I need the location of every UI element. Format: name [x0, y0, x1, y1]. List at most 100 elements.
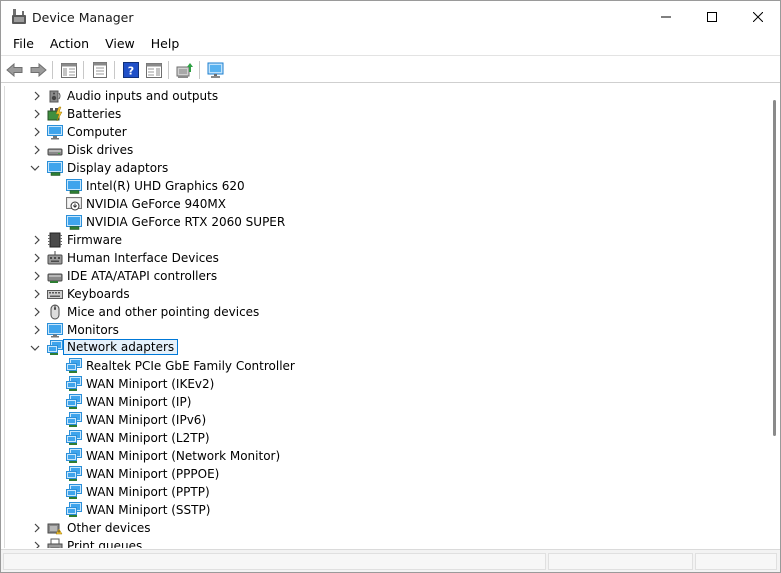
chevron-right-icon[interactable]: [31, 126, 43, 138]
device-manager-app-icon: [12, 9, 26, 24]
chevron-right-icon[interactable]: [31, 108, 43, 120]
tree-item-nvidia-geforce-rtx-2060-super[interactable]: NVIDIA GeForce RTX 2060 SUPER: [5, 213, 765, 231]
network-adapter-icon: [47, 340, 63, 355]
tree-item-wan-miniport-network-monitor[interactable]: WAN Miniport (Network Monitor): [5, 447, 765, 465]
tree-item-label: Firmware: [67, 233, 122, 247]
tree-item-monitors[interactable]: Monitors: [5, 321, 765, 339]
chevron-right-icon[interactable]: [31, 270, 43, 282]
tree-item-firmware[interactable]: Firmware: [5, 231, 765, 249]
show-hide-console-tree-button[interactable]: [59, 60, 79, 80]
back-arrow-icon: [6, 63, 23, 77]
tree-item-wan-miniport-ipv6[interactable]: WAN Miniport (IPv6): [5, 411, 765, 429]
tree-item-label: Display adaptors: [67, 161, 169, 175]
tree-item-display-adaptors[interactable]: Display adaptors: [5, 159, 765, 177]
menu-help[interactable]: Help: [143, 33, 188, 55]
maximize-icon: [707, 12, 717, 22]
update-driver-button[interactable]: [175, 60, 195, 80]
tree-item-batteries[interactable]: Batteries: [5, 105, 765, 123]
tree-item-computer[interactable]: Computer: [5, 123, 765, 141]
tree-item-mice-and-other-pointing-devices[interactable]: Mice and other pointing devices: [5, 303, 765, 321]
forward-button[interactable]: [28, 60, 48, 80]
minimize-button[interactable]: [643, 1, 689, 33]
chevron-right-icon[interactable]: [31, 306, 43, 318]
chevron-right-icon[interactable]: [31, 144, 43, 156]
tree-item-label: WAN Miniport (IKEv2): [86, 377, 215, 391]
title-bar[interactable]: Device Manager: [1, 1, 780, 33]
chevron-right-icon[interactable]: [31, 522, 43, 534]
tree-item-network-adapters[interactable]: Network adapters: [5, 339, 765, 357]
forward-arrow-icon: [30, 63, 47, 77]
status-bar-pane: [548, 553, 693, 570]
tree-item-wan-miniport-pppoe[interactable]: WAN Miniport (PPPOE): [5, 465, 765, 483]
toolbar-separator: [52, 61, 53, 79]
disabled-device-icon: [66, 197, 82, 211]
printer-icon: [47, 538, 63, 548]
tree-item-ide-ata-atapi-controllers[interactable]: IDE ATA/ATAPI controllers: [5, 267, 765, 285]
chevron-right-icon[interactable]: [31, 234, 43, 246]
menu-view[interactable]: View: [97, 33, 143, 55]
tree-item-label: Mice and other pointing devices: [67, 305, 260, 319]
chevron-down-icon[interactable]: [29, 162, 41, 174]
scrollbar-thumb[interactable]: [773, 100, 776, 436]
tree-item-label: IDE ATA/ATAPI controllers: [67, 269, 218, 283]
network-adapter-icon: [66, 502, 82, 517]
tree-item-label: Audio inputs and outputs: [67, 89, 219, 103]
tree-item-wan-miniport-pptp[interactable]: WAN Miniport (PPTP): [5, 483, 765, 501]
computer-icon: [47, 125, 63, 140]
tree-item-label: Print queues: [67, 539, 143, 548]
network-adapter-icon: [66, 412, 82, 427]
tree-item-wan-miniport-sstp[interactable]: WAN Miniport (SSTP): [5, 501, 765, 519]
tree-item-label: WAN Miniport (SSTP): [86, 503, 211, 517]
help-button[interactable]: ?: [121, 60, 141, 80]
device-tree[interactable]: Audio inputs and outputs Batteries Compu…: [4, 86, 770, 548]
network-adapter-icon: [66, 448, 82, 463]
svg-text:?: ?: [128, 65, 134, 78]
tree-item-keyboards[interactable]: Keyboards: [5, 285, 765, 303]
monitor-icon: [47, 323, 63, 338]
network-adapter-icon: [66, 376, 82, 391]
chevron-right-icon[interactable]: [31, 252, 43, 264]
tree-item-label: Computer: [67, 125, 127, 139]
tree-item-label: WAN Miniport (PPTP): [86, 485, 210, 499]
chevron-right-icon[interactable]: [31, 90, 43, 102]
tree-item-wan-miniport-l2tp[interactable]: WAN Miniport (L2TP): [5, 429, 765, 447]
chevron-right-icon[interactable]: [31, 288, 43, 300]
status-bar-pane: [695, 553, 777, 570]
tree-item-print-queues[interactable]: Print queues: [5, 537, 765, 548]
chevron-down-icon[interactable]: [29, 342, 41, 354]
tree-item-wan-miniport-ikev2[interactable]: WAN Miniport (IKEv2): [5, 375, 765, 393]
display-adapter-icon: [66, 215, 82, 230]
properties-button[interactable]: [90, 60, 110, 80]
tree-item-label: WAN Miniport (Network Monitor): [86, 449, 281, 463]
tree-item-disk-drives[interactable]: Disk drives: [5, 141, 765, 159]
tree-item-wan-miniport-ip[interactable]: WAN Miniport (IP): [5, 393, 765, 411]
tree-item-label: Network adapters: [63, 339, 179, 355]
toolbar-separator: [114, 61, 115, 79]
tree-item-human-interface-devices[interactable]: Human Interface Devices: [5, 249, 765, 267]
keyboard-icon: [47, 290, 63, 299]
scan-hardware-button[interactable]: [206, 60, 226, 80]
tree-item-label: WAN Miniport (PPPOE): [86, 467, 220, 481]
chevron-right-icon[interactable]: [31, 540, 43, 548]
close-button[interactable]: [735, 1, 780, 33]
action-pane-button[interactable]: [144, 60, 164, 80]
tree-item-nvidia-geforce-940mx[interactable]: NVIDIA GeForce 940MX: [5, 195, 765, 213]
tree-item-intel-uhd-graphics-620[interactable]: Intel(R) UHD Graphics 620: [5, 177, 765, 195]
tree-item-realtek-pcie-gbe-family-controller[interactable]: Realtek PCIe GbE Family Controller: [5, 357, 765, 375]
menu-action[interactable]: Action: [42, 33, 97, 55]
show-hide-console-tree-icon: [61, 62, 77, 78]
chevron-right-icon[interactable]: [31, 324, 43, 336]
close-icon: [753, 12, 763, 22]
display-adapter-icon: [47, 161, 63, 176]
menu-file[interactable]: File: [5, 33, 42, 55]
tree-item-audio-inputs-and-outputs[interactable]: Audio inputs and outputs: [5, 87, 765, 105]
tree-item-label: Batteries: [67, 107, 122, 121]
toolbar-separator: [199, 61, 200, 79]
maximize-button[interactable]: [689, 1, 735, 33]
back-button[interactable]: [5, 60, 25, 80]
update-driver-icon: [176, 62, 193, 78]
vertical-scrollbar[interactable]: [770, 86, 780, 548]
minimize-icon: [661, 16, 671, 18]
tree-item-other-devices[interactable]: Other devices: [5, 519, 765, 537]
tree-item-label: NVIDIA GeForce 940MX: [86, 197, 226, 211]
